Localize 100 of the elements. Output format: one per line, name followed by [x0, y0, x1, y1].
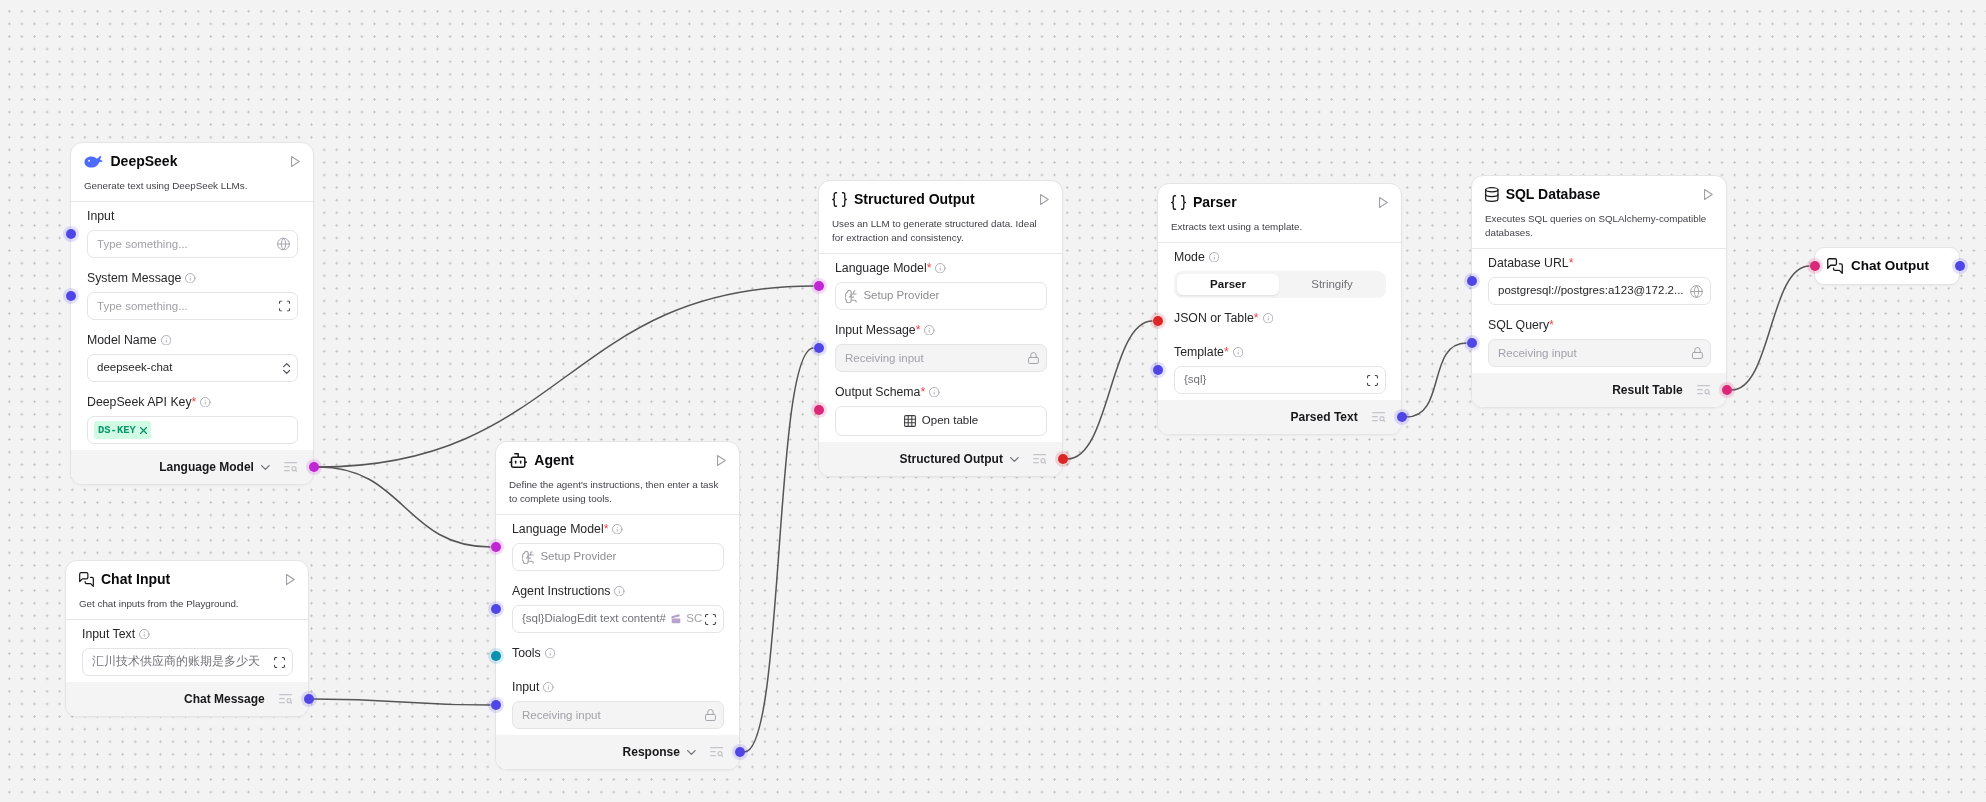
expand-icon	[279, 300, 290, 312]
mode-option[interactable]: Parser	[1177, 274, 1279, 295]
node-title: Agent	[534, 451, 574, 470]
field-label: Tools	[512, 645, 541, 661]
brain-icon	[845, 289, 858, 303]
setup-provider-button[interactable]: Setup Provider	[835, 282, 1047, 310]
handle-dot-icon[interactable]	[813, 343, 824, 353]
robot-icon	[509, 452, 528, 468]
output-label: Response	[622, 744, 680, 761]
handle-dot-icon[interactable]	[1721, 385, 1732, 395]
chevron-down-icon[interactable]	[686, 749, 696, 755]
field-label: DeepSeek API Key*	[87, 394, 197, 410]
field-label: Language Model*	[835, 260, 932, 276]
open-table-button[interactable]: Open table	[835, 406, 1047, 436]
handle-dot-icon[interactable]	[1396, 412, 1407, 422]
braces-icon	[1171, 194, 1186, 210]
setup-provider-button[interactable]: Setup Provider	[512, 543, 724, 571]
field-label: JSON or Table*	[1174, 310, 1259, 326]
output-label: Language Model	[159, 459, 254, 476]
field-label: Input Text	[82, 626, 136, 642]
play-icon[interactable]	[291, 155, 300, 167]
node-title: Structured Output	[854, 190, 975, 209]
lock-icon	[1692, 347, 1703, 359]
chevron-down-icon[interactable]	[1009, 456, 1019, 462]
handle-dot-icon[interactable]	[65, 291, 76, 301]
chat-bubbles-icon	[1827, 258, 1843, 274]
handle-dot-icon[interactable]	[1466, 338, 1477, 348]
handle-dot-icon[interactable]	[490, 542, 501, 552]
database-icon	[1485, 186, 1499, 202]
node-title: Parser	[1193, 193, 1237, 212]
handle-dot-icon[interactable]	[490, 604, 501, 614]
handle-dot-icon[interactable]	[1954, 261, 1965, 271]
globe-icon	[1690, 284, 1703, 298]
brain-icon	[522, 550, 535, 564]
field-label: System Message	[87, 270, 182, 286]
input-field[interactable]: {sql}DialogEdit text content# SC	[512, 605, 724, 633]
clapperboard-icon	[671, 614, 682, 625]
chevron-up-down-icon	[282, 362, 290, 374]
handle-dot-icon[interactable]	[65, 229, 76, 239]
node-title: Chat Output	[1851, 257, 1929, 275]
chat-bubbles-icon	[79, 571, 94, 587]
expand-icon	[274, 656, 285, 668]
node-description: Uses an LLM to generate structured data. Ideal for extraction and consistency.	[832, 217, 1038, 245]
mode-option[interactable]: Stringify	[1281, 274, 1383, 295]
node-title: Chat Input	[101, 570, 171, 589]
node-title: DeepSeek	[110, 152, 178, 171]
handle-dot-icon[interactable]	[813, 281, 824, 291]
lock-icon	[705, 709, 716, 721]
play-icon[interactable]	[1704, 188, 1713, 200]
handle-dot-icon[interactable]	[813, 405, 824, 415]
node-title: SQL Database	[1505, 185, 1601, 204]
output-label: Structured Output	[899, 451, 1003, 468]
node-description: Extracts text using a template.	[1171, 220, 1304, 234]
node-description: Define the agent's instructions, then enter a task to complete using tools.	[509, 478, 720, 506]
field-label: Language Model*	[512, 521, 609, 537]
play-icon[interactable]	[1379, 196, 1388, 208]
handle-dot-icon[interactable]	[1809, 261, 1820, 271]
model-select[interactable]: deepseek-chat	[87, 354, 298, 382]
node-description: Generate text using DeepSeek LLMs.	[84, 179, 249, 193]
output-label: Result Table	[1612, 382, 1683, 399]
handle-dot-icon[interactable]	[734, 747, 745, 757]
input-field[interactable]: {sql}	[1174, 366, 1386, 394]
handle-dot-icon[interactable]	[1152, 316, 1163, 326]
play-icon[interactable]	[717, 454, 726, 466]
field-label: Database URL*	[1488, 255, 1574, 271]
handle-dot-icon[interactable]	[1057, 454, 1068, 464]
output-label: Parsed Text	[1290, 409, 1358, 426]
field-label: Input	[87, 208, 115, 224]
field-label: Model Name	[87, 332, 157, 348]
tag-field[interactable]: DS-KEY	[87, 416, 298, 444]
field-label: Output Schema*	[835, 384, 926, 400]
play-icon[interactable]	[286, 573, 295, 585]
handle-dot-icon[interactable]	[308, 462, 319, 472]
field-label: Template*	[1174, 344, 1229, 360]
field-label: Input Message*	[835, 322, 921, 338]
key-tag[interactable]: DS-KEY	[94, 421, 151, 439]
input-field[interactable]: postgresql://postgres:a123@172.2...	[1488, 277, 1711, 305]
node-description: Get chat inputs from the Playground.	[79, 597, 240, 611]
expand-icon	[1367, 374, 1378, 386]
whale-icon	[84, 154, 104, 168]
handle-dot-icon[interactable]	[303, 694, 314, 704]
remove-icon[interactable]	[139, 426, 147, 434]
globe-icon	[277, 237, 290, 251]
handle-dot-icon[interactable]	[1152, 365, 1163, 375]
field-label: Agent Instructions	[512, 583, 611, 599]
handle-dot-icon[interactable]	[490, 651, 501, 661]
field-label: SQL Query*	[1488, 317, 1554, 333]
play-icon[interactable]	[1040, 193, 1049, 205]
input-field[interactable]: Type something...	[87, 292, 298, 320]
node-description: Executes SQL queries on SQLAlchemy-compatible databases.	[1485, 212, 1708, 240]
handle-dot-icon[interactable]	[1466, 276, 1477, 286]
expand-icon	[705, 613, 716, 625]
input-field[interactable]: 汇川技术供应商的账期是多少天	[82, 648, 293, 676]
field-label: Input	[512, 679, 540, 695]
input-field[interactable]: Type something...	[87, 230, 298, 258]
output-label: Chat Message	[183, 691, 265, 708]
field-label: Mode	[1174, 249, 1205, 265]
braces-icon	[832, 191, 847, 207]
handle-dot-icon[interactable]	[490, 700, 501, 710]
chevron-down-icon[interactable]	[260, 464, 270, 470]
